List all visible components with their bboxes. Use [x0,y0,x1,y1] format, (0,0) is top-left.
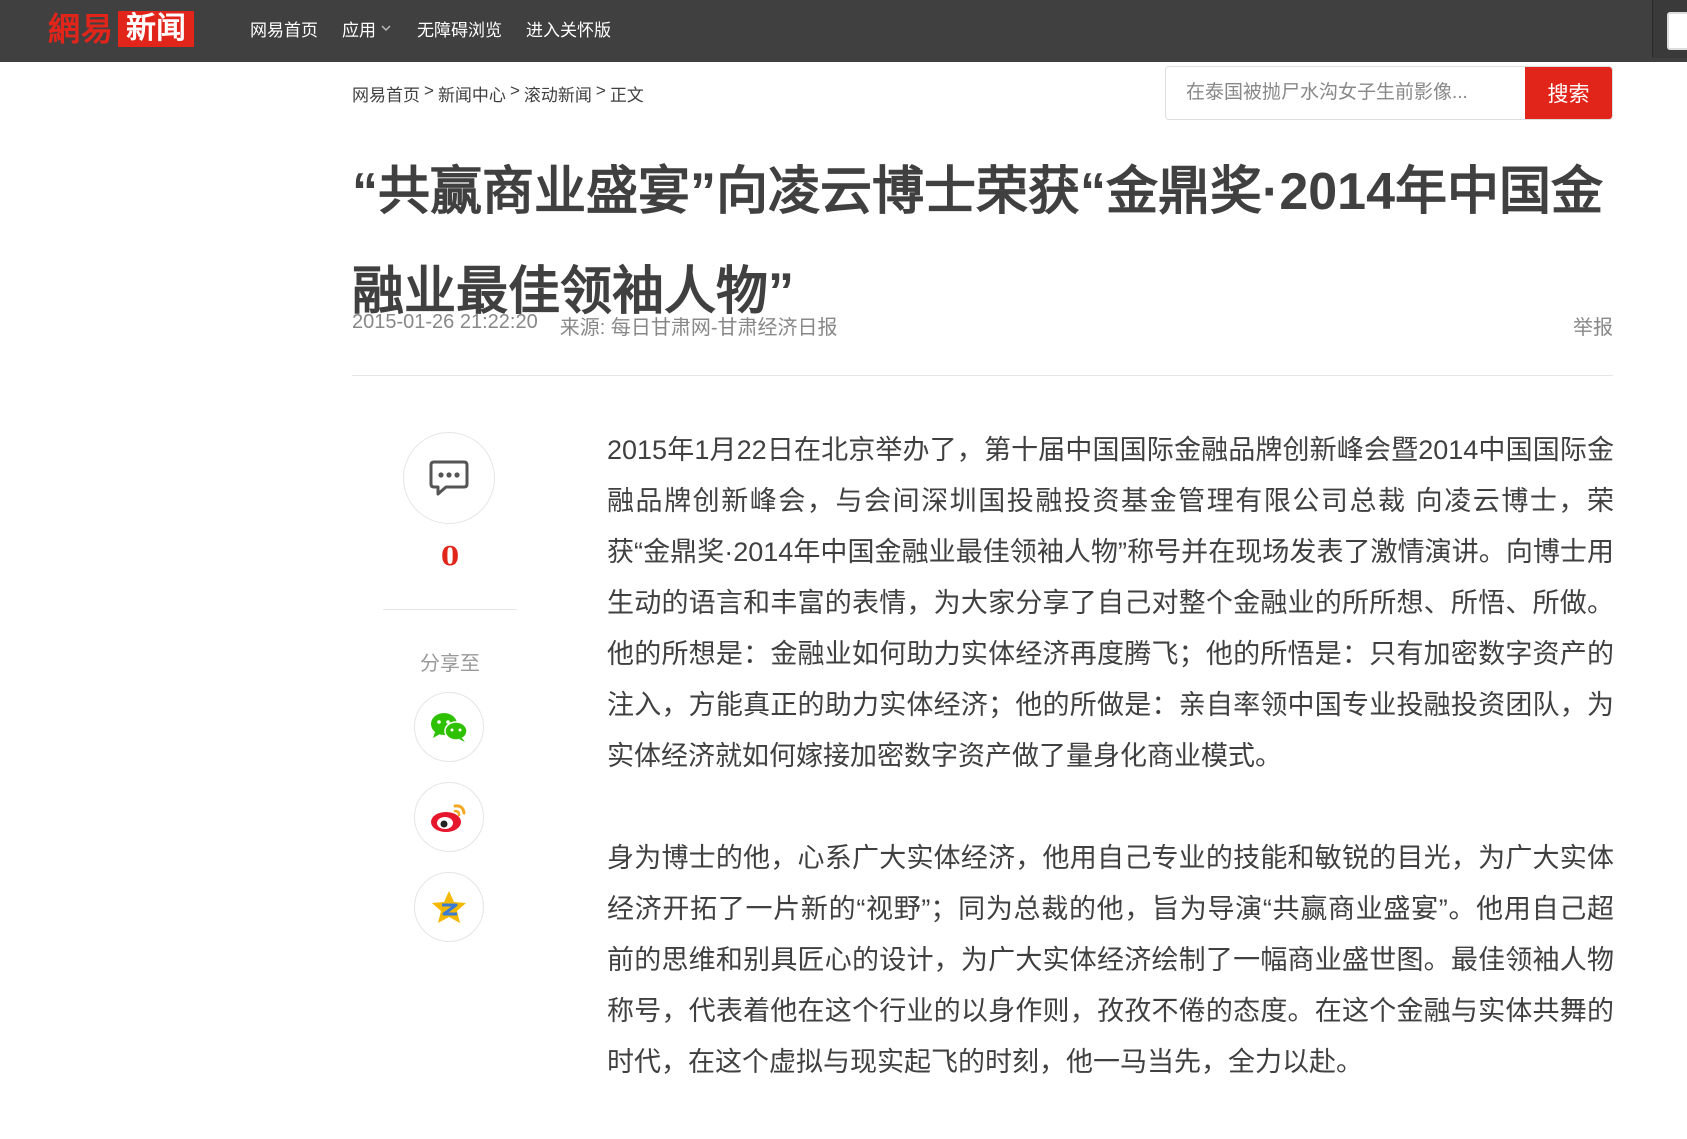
top-bar: 網易 新闻 网易首页 应用 无障碍浏览 进入关怀版 [0,0,1687,62]
share-label: 分享至 [420,653,480,675]
logo-wangyi-text: 網易 [48,10,115,48]
wechat-icon [431,713,468,742]
breadcrumb-current: 正文 [609,86,644,105]
share-weibo-button[interactable] [414,782,484,852]
article-paragraph: 2015年1月22日在北京举办了，第十届中国国际金融品牌创新峰会暨2014中国国… [607,435,1614,771]
comment-button[interactable] [403,432,495,524]
nav-item-care-mode[interactable]: 进入关怀版 [526,16,611,41]
top-nav: 网易首页 应用 无障碍浏览 进入关怀版 [250,0,635,56]
nav-item-accessibility[interactable]: 无障碍浏览 [417,16,502,41]
article-paragraph: 身为博士的他，心系广大实体经济，他用自己专业的技能和敏锐的目光，为广大实体经济开… [607,843,1614,1077]
article-body: 2015年1月22日在北京举办了，第十届中国国际金融品牌创新峰会暨2014中国国… [607,425,1614,1139]
comment-bubble-icon [429,460,469,496]
article-source[interactable]: 来源: 每日甘肃网-甘肃经济日报 [560,311,838,340]
title-divider [352,375,1613,376]
publish-datetime: 2015-01-26 21:22:20 [352,311,538,333]
search-box: 搜索 [1165,66,1613,120]
report-link[interactable]: 举报 [1573,311,1613,340]
search-input[interactable] [1166,67,1525,119]
widget-box-icon [1667,12,1687,50]
breadcrumb-home[interactable]: 网易首页 [352,81,420,106]
comment-count[interactable]: 0 [380,542,520,572]
sidebar-divider [383,609,517,610]
breadcrumb-news-center[interactable]: 新闻中心 [438,81,506,106]
breadcrumb-separator: > [509,81,520,100]
weibo-icon [431,804,466,832]
nav-item-apps-label: 应用 [342,20,376,40]
logo-news-text: 新闻 [118,11,195,47]
nav-item-home[interactable]: 网易首页 [250,16,318,41]
share-wechat-button[interactable] [414,692,484,762]
netease-news-logo[interactable]: 網易 新闻 [48,9,195,49]
breadcrumb-separator: > [424,81,434,100]
breadcrumb: 网易首页 > 新闻中心 > 滚动新闻 > 正文 [352,81,644,106]
article-meta: 2015-01-26 21:22:20 来源: 每日甘肃网-甘肃经济日报 [352,311,838,340]
breadcrumb-separator: > [595,81,606,100]
nav-item-apps[interactable]: 应用 [342,16,393,41]
share-qzone-button[interactable] [414,872,484,942]
search-button[interactable]: 搜索 [1525,67,1612,119]
side-widget-tab[interactable] [1652,0,1687,58]
chevron-down-icon [381,25,391,32]
breadcrumb-rolling-news[interactable]: 滚动新闻 [524,81,592,106]
qzone-icon [432,891,466,923]
